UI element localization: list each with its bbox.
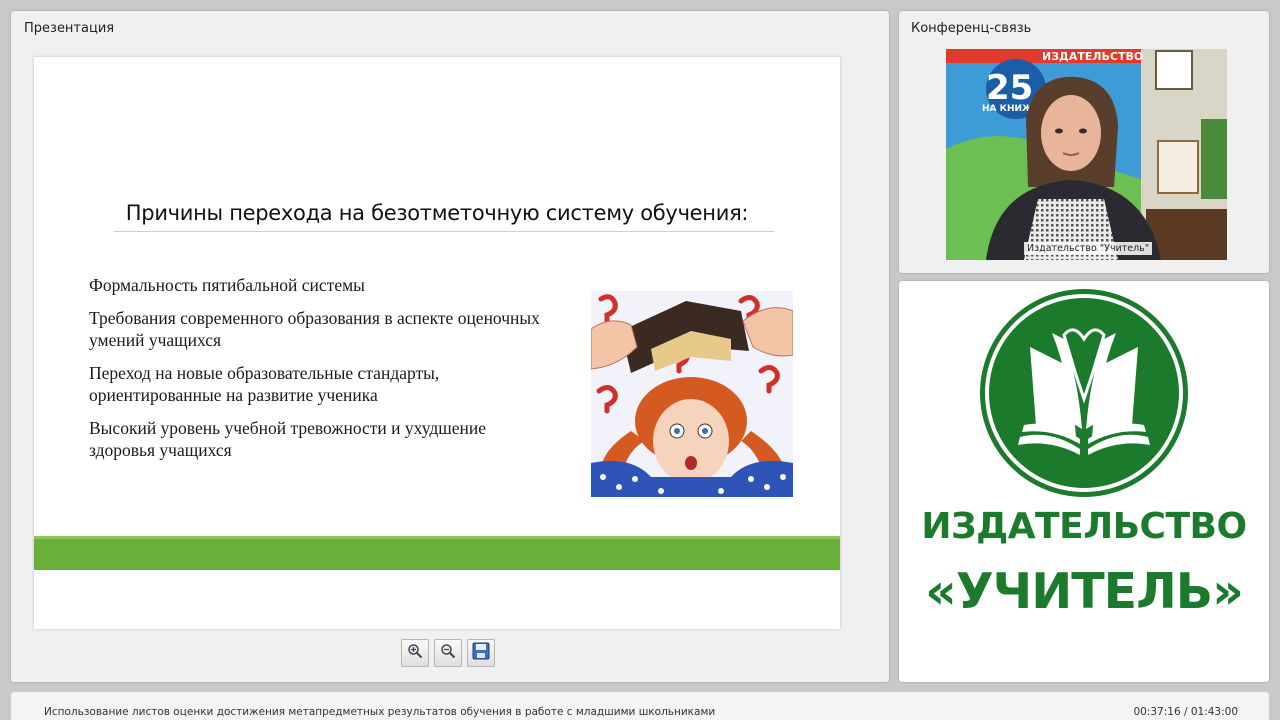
presentation-panel-title: Презентация <box>24 21 115 36</box>
webcam-video[interactable]: ИЗДАТЕЛЬСТВО 25 НА КНИЖ Издательство "Уч… <box>946 49 1227 260</box>
poster-top-text: ИЗДАТЕЛЬСТВО <box>1042 50 1143 63</box>
slide-bullet: Высокий уровень учебной тревожности и ух… <box>89 418 487 460</box>
publisher-name-line1: ИЗДАТЕЛЬСТВО <box>921 506 1247 547</box>
webinar-title: Использование листов оценки достижения м… <box>44 706 716 718</box>
slide: Причины перехода на безотметочную систем… <box>34 57 840 629</box>
zoom-in-button[interactable] <box>401 639 429 667</box>
zoom-out-button[interactable] <box>434 639 462 667</box>
slide-bullet: Требования современного образования в ас… <box>89 308 540 350</box>
playback-time: 00:37:16 / 01:43:00 <box>1133 706 1238 718</box>
publisher-logo-emblem <box>980 289 1188 497</box>
conference-panel: Конференц-связь ИЗДАТЕЛЬСТВО 25 НА КНИЖ <box>899 11 1269 273</box>
save-icon <box>472 642 490 664</box>
player-footer: Использование листов оценки достижения м… <box>11 692 1269 720</box>
slide-footer-bar-highlight <box>34 536 840 539</box>
slide-bullet: Формальность пятибальной системы <box>89 275 365 295</box>
slide-footer-bar <box>34 536 840 570</box>
slide-illustration <box>591 291 793 497</box>
presentation-panel: Презентация Причины перехода на безотмет… <box>11 11 889 682</box>
poster-number-text: 25 <box>986 68 1033 108</box>
slide-title: Причины перехода на безотметочную систем… <box>125 201 749 225</box>
slide-bullet: Переход на новые образовательные стандар… <box>89 363 440 405</box>
save-button[interactable] <box>467 639 495 667</box>
poster-sub-text: НА КНИЖ <box>982 104 1033 114</box>
slide-bullet-list: Формальность пятибальной системы Требова… <box>89 274 549 472</box>
slide-toolbar <box>401 639 495 667</box>
publisher-logo-panel: ИЗДАТЕЛЬСТВО «УЧИТЕЛЬ» <box>899 281 1269 682</box>
zoom-in-icon <box>407 643 423 663</box>
conference-panel-title: Конференц-связь <box>911 21 1032 36</box>
zoom-out-icon <box>440 643 456 663</box>
publisher-name-line2: «УЧИТЕЛЬ» <box>925 563 1244 620</box>
webcam-name-label: Издательство "Учитель" <box>1024 242 1153 255</box>
slide-title-divider <box>114 231 774 232</box>
